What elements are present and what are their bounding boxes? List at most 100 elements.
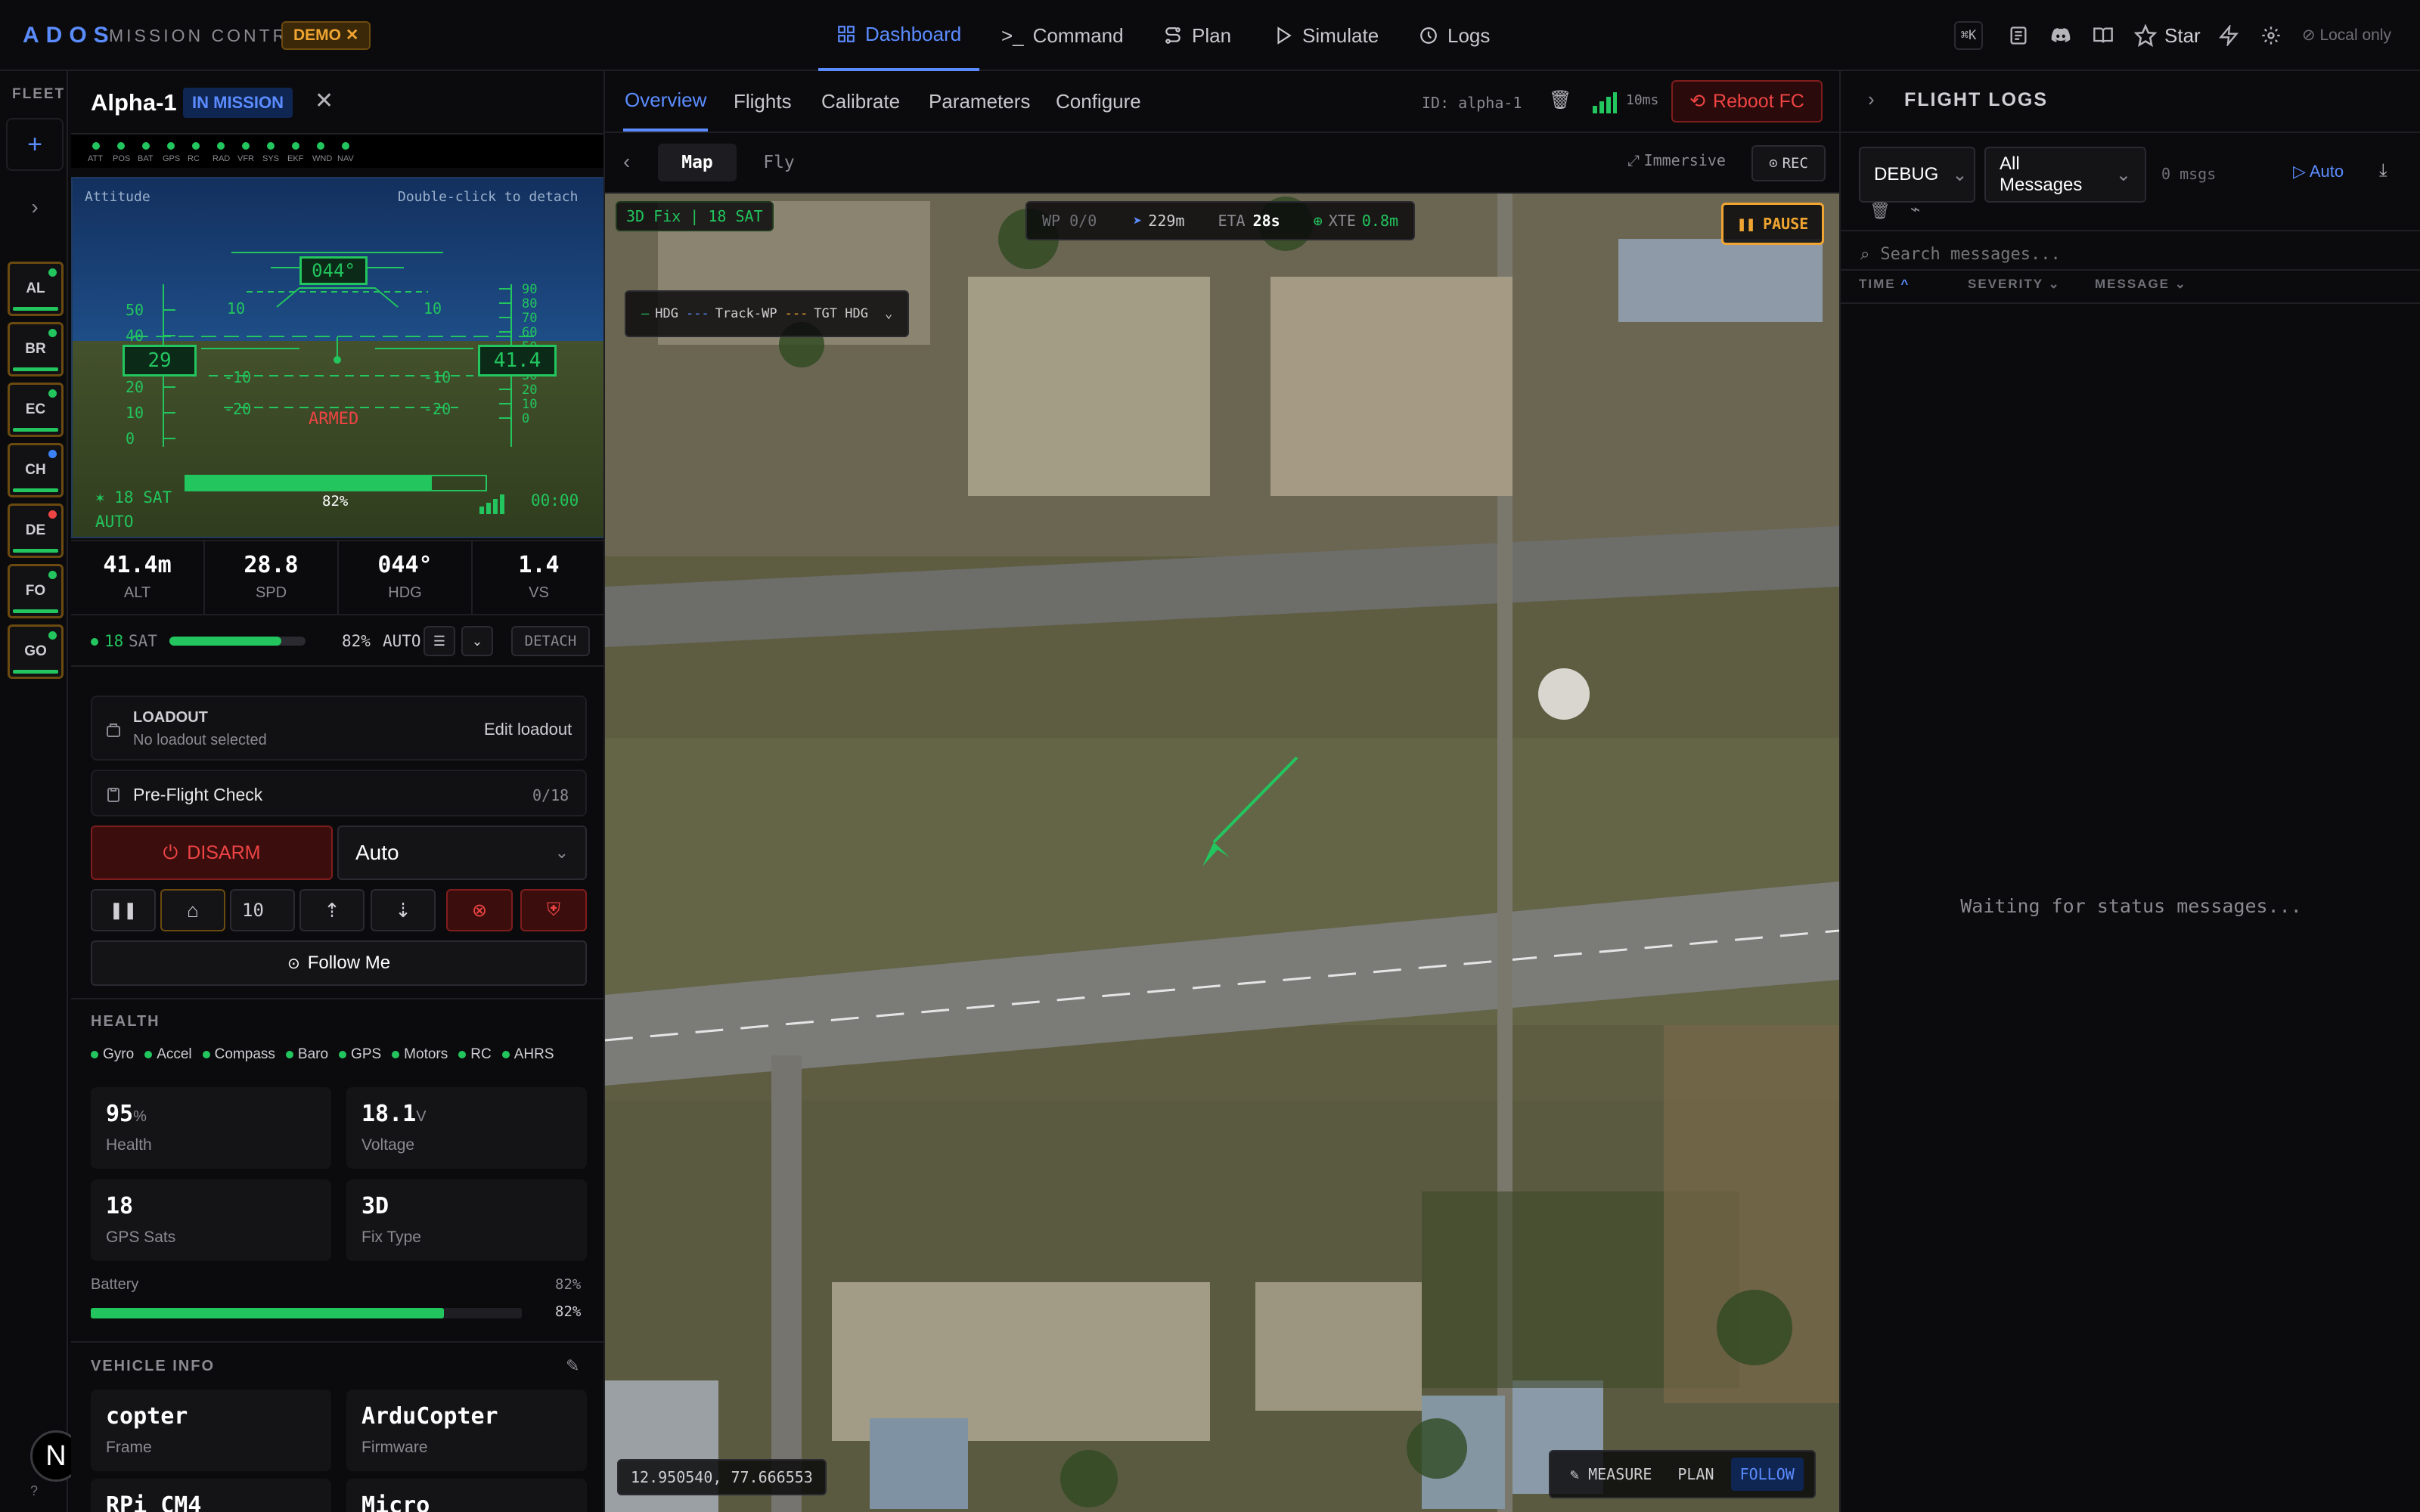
detach-button[interactable]: DETACH — [511, 626, 590, 656]
subsystem-label: NAV — [337, 154, 354, 163]
metric-spd: 28.8 SPD — [205, 541, 339, 614]
column-message[interactable]: MESSAGE ⌄ — [2095, 277, 2187, 292]
hud-battery-bar — [185, 475, 487, 491]
tab-parameters[interactable]: Parameters — [929, 71, 1030, 132]
pause-mission-button[interactable]: ❚❚ — [91, 889, 156, 931]
reboot-fc-button[interactable]: ⟲ Reboot FC — [1671, 80, 1823, 122]
column-severity[interactable]: SEVERITY ⌄ — [1968, 277, 2061, 292]
health-sensor-label: Gyro — [103, 1046, 135, 1062]
chevron-down-icon[interactable]: ⌄ — [461, 626, 493, 656]
fleet-item-al[interactable]: AL — [8, 262, 64, 316]
log-level-select[interactable]: DEBUG ⌄ — [1859, 147, 1975, 203]
chevron-left-icon[interactable]: ‹ — [623, 150, 630, 174]
collapse-logs-icon[interactable]: › — [1868, 88, 1875, 111]
pause-mission-overlay-button[interactable]: ❚❚ PAUSE — [1721, 203, 1825, 245]
vehicle-tab-bar: Overview Flights Calibrate Parameters Co… — [605, 71, 1839, 133]
nav-simulate[interactable]: Simulate — [1255, 0, 1397, 71]
subsystem-dot — [342, 142, 349, 150]
disarm-button[interactable]: ⏻ DISARM — [91, 826, 333, 880]
discord-icon[interactable] — [2046, 21, 2075, 50]
record-button[interactable]: ⊙ REC — [1751, 145, 1826, 181]
command-palette-shortcut[interactable]: ⌘K — [1954, 21, 1983, 50]
fleet-item-fo[interactable]: FO — [8, 564, 64, 618]
tab-calibrate[interactable]: Calibrate — [821, 71, 900, 132]
close-icon[interactable]: ✕ — [346, 26, 359, 44]
health-status-dot — [202, 1051, 210, 1058]
fleet-code: BR — [25, 341, 46, 357]
abort-button[interactable]: ⊗ — [446, 889, 513, 931]
loadout-card[interactable]: LOADOUT No loadout selected Edit loadout — [91, 696, 587, 761]
takeoff-button[interactable]: ⇡ — [299, 889, 365, 931]
power-icon: ⏻ — [163, 841, 178, 863]
attitude-indicator[interactable]: Attitude Double-click to detach 50403020… — [71, 177, 603, 538]
sliders-icon[interactable]: ☰ — [424, 626, 455, 656]
metric-label: ALT — [123, 584, 151, 601]
column-time[interactable]: TIME ^ — [1859, 277, 1910, 292]
add-vehicle-button[interactable]: + — [6, 118, 64, 171]
return-home-button[interactable]: ⌂ — [160, 889, 225, 931]
hud-speed: 29 — [123, 345, 197, 376]
health-status-dot — [458, 1051, 467, 1058]
star-icon[interactable] — [2131, 21, 2160, 50]
plan-tool-button[interactable]: PLAN — [1668, 1458, 1723, 1491]
zap-icon[interactable] — [2214, 21, 2243, 50]
measure-tool-button[interactable]: ✎ MEASURE — [1561, 1458, 1661, 1491]
nav-logs[interactable]: Logs — [1401, 0, 1508, 71]
download-icon[interactable]: ⤓ — [2379, 160, 2387, 181]
subsystem-label: RC — [188, 154, 200, 163]
map-legend[interactable]: — HDG --- Track-WP --- TGT HDG ⌄ — [625, 290, 910, 337]
nav-command[interactable]: >_ Command — [983, 0, 1142, 71]
tab-fly[interactable]: Fly — [749, 144, 809, 181]
emergency-stop-button[interactable]: ⛨ — [520, 889, 587, 931]
expand-fleet-button[interactable]: › — [6, 184, 64, 230]
fleet-item-de[interactable]: DE — [8, 503, 64, 558]
auto-scroll-button[interactable]: ▷ Auto — [2293, 162, 2344, 181]
settings-icon[interactable] — [2257, 21, 2285, 50]
battery-bar — [13, 367, 58, 371]
signal-icon — [1593, 92, 1617, 113]
status-dot — [48, 571, 57, 579]
trash-icon[interactable]: 🗑 — [1549, 89, 1571, 111]
land-button[interactable]: ⇣ — [371, 889, 436, 931]
altitude-input[interactable]: 10 — [230, 889, 295, 931]
close-vehicle-icon[interactable]: ✕ — [315, 88, 334, 114]
tab-map[interactable]: Map — [658, 144, 737, 181]
preflight-check-card[interactable]: Pre-Flight Check 0/18 — [91, 770, 587, 816]
column-label: TIME — [1859, 277, 1896, 291]
health-sensor-list: Gyro Accel Compass Baro GPS Motors RC AHRS — [91, 1046, 603, 1063]
vehicle-name: Alpha-1 — [91, 89, 177, 116]
fleet-item-ec[interactable]: EC — [8, 383, 64, 437]
book-icon[interactable] — [2089, 21, 2118, 50]
follow-tool-button[interactable]: FOLLOW — [1730, 1458, 1804, 1491]
legend-tgt-line: --- — [784, 306, 808, 321]
nav-dashboard[interactable]: Dashboard — [818, 0, 980, 71]
fleet-item-ch[interactable]: CH — [8, 443, 64, 497]
immersive-button[interactable]: ⤢ Immersive — [1627, 151, 1726, 170]
tab-configure[interactable]: Configure — [1056, 71, 1141, 132]
log-search[interactable]: ⌕ — [1860, 239, 2405, 269]
play-icon — [1277, 26, 1292, 45]
tab-overview[interactable]: Overview — [623, 71, 709, 132]
help-button[interactable]: ? — [30, 1483, 38, 1499]
tab-flights[interactable]: Flights — [734, 71, 792, 132]
refresh-icon: ⟲ — [1689, 91, 1706, 112]
edit-pencil-icon[interactable]: ✎ — [566, 1356, 579, 1376]
activity-icon[interactable]: ⌁ — [1910, 200, 1920, 219]
clear-logs-icon[interactable]: 🗑 — [1869, 201, 1891, 221]
message-filter-select[interactable]: All Messages ⌄ — [1984, 147, 2146, 203]
gps-status-dot — [91, 638, 98, 646]
fleet-item-br[interactable]: BR — [8, 322, 64, 376]
fleet-item-go[interactable]: GO — [8, 624, 64, 679]
hud-heading: 044° — [299, 256, 368, 285]
app-logo[interactable]: ADOS — [23, 23, 116, 48]
docs-icon[interactable] — [2004, 21, 2033, 50]
star-label[interactable]: Star — [2164, 24, 2201, 48]
follow-me-button[interactable]: ⊙ Follow Me — [91, 940, 587, 986]
edit-loadout-button[interactable]: Edit loadout — [484, 720, 572, 739]
demo-badge[interactable]: DEMO ✕ — [281, 21, 371, 50]
satellite-map[interactable]: 3D Fix | 18 SAT WP 0/0 ➤ 229m ETA 28s ⊕ XTE… — [605, 194, 1839, 1512]
flight-mode-select[interactable]: Auto ⌄ — [337, 826, 587, 880]
log-search-input[interactable] — [1880, 244, 2365, 264]
subsystem-dot — [317, 142, 324, 150]
nav-plan[interactable]: Plan — [1145, 0, 1249, 71]
